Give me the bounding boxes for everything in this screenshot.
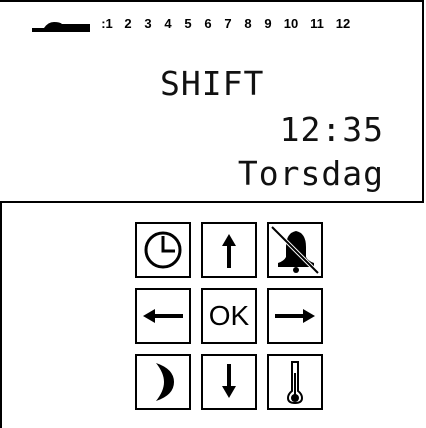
scale-tick: 8: [244, 16, 252, 31]
arrow-up-icon: [222, 234, 236, 268]
scale-tick: 2: [124, 16, 132, 31]
ok-label: OK: [208, 300, 250, 331]
keypad: OK: [135, 222, 325, 412]
scale-tick: 3: [144, 16, 152, 31]
alarm-off-button[interactable]: [267, 222, 323, 278]
scale-tick: 11: [310, 16, 324, 31]
shift-scale: :1 2 3 4 5 6 7 8 9 10 11 12: [96, 16, 356, 36]
scale-tick: 6: [204, 16, 212, 31]
scale-tick: 4: [164, 16, 172, 31]
scale-tick: 5: [184, 16, 192, 31]
thermometer-icon: [286, 361, 304, 405]
scale-tick: 7: [224, 16, 232, 31]
day-readout: Torsdag: [237, 154, 384, 193]
arrow-down-icon: [222, 364, 236, 398]
arrow-left-icon: [143, 309, 183, 323]
shift-indicator-icon: [32, 22, 90, 32]
right-button[interactable]: [267, 288, 323, 344]
ok-button[interactable]: OK: [201, 288, 257, 344]
scale-tick: :1: [101, 16, 113, 31]
scale-tick: 10: [283, 16, 299, 31]
scale-tick: 9: [264, 16, 272, 31]
lcd-display: :1 2 3 4 5 6 7 8 9 10 11 12 SHIFT 12:35 …: [0, 0, 424, 203]
clock-button[interactable]: [135, 222, 191, 278]
down-button[interactable]: [201, 354, 257, 410]
night-mode-button[interactable]: [135, 354, 191, 410]
alarm-off-icon: [270, 225, 320, 275]
time-readout: 12:35: [279, 110, 384, 149]
temperature-button[interactable]: [267, 354, 323, 410]
up-button[interactable]: [201, 222, 257, 278]
left-button[interactable]: [135, 288, 191, 344]
scale-tick: 12: [335, 16, 351, 31]
moon-icon: [156, 363, 174, 401]
clock-icon: [144, 231, 182, 269]
mode-label: SHIFT: [160, 64, 265, 103]
arrow-right-icon: [275, 309, 315, 323]
